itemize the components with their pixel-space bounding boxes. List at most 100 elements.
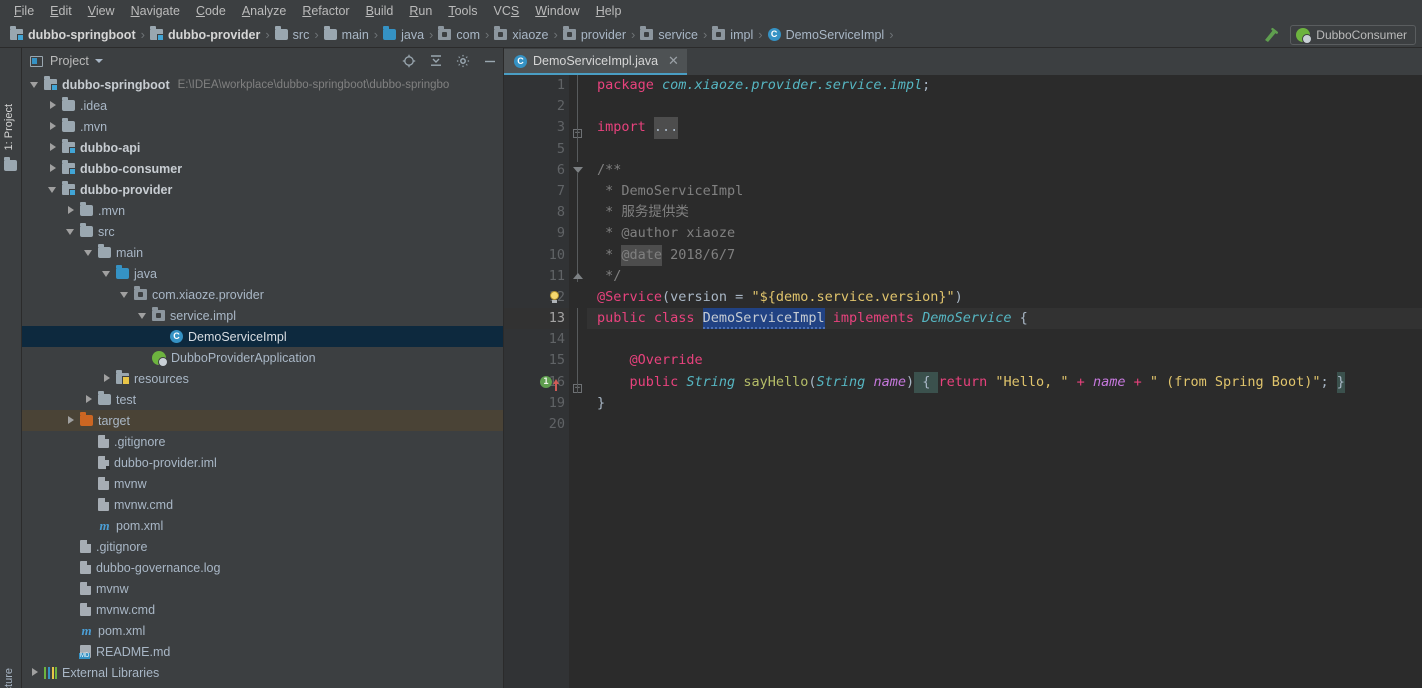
menu-item-tools[interactable]: Tools <box>440 2 485 20</box>
gear-icon[interactable] <box>456 54 470 68</box>
editor-fold-gutter[interactable]: ++ <box>569 75 587 688</box>
fold-collapse-javadoc-icon[interactable] <box>573 167 583 173</box>
gutter-line-9[interactable]: 9 <box>504 223 569 244</box>
menu-item-refactor[interactable]: Refactor <box>294 2 357 20</box>
tree-node-mvnw[interactable]: mvnw <box>22 578 503 599</box>
gutter-line-16[interactable]: 16 <box>504 372 569 393</box>
lightbulb-icon[interactable] <box>548 291 561 304</box>
tree-node-target[interactable]: target <box>22 410 503 431</box>
code-line-9[interactable]: * @author xiaoze <box>587 223 1422 244</box>
breadcrumb-item-service[interactable]: service <box>638 28 700 42</box>
collapse-all-icon[interactable] <box>429 54 443 68</box>
chevron-down-icon[interactable] <box>120 289 131 300</box>
code-line-5[interactable] <box>587 139 1422 160</box>
code-line-2[interactable] <box>587 96 1422 117</box>
code-line-11[interactable]: */ <box>587 266 1422 287</box>
breadcrumb-item-demoserviceimpl[interactable]: CDemoServiceImpl <box>766 28 887 42</box>
tree-node--idea[interactable]: .idea <box>22 95 503 116</box>
code-line-10[interactable]: * @date 2018/6/7 <box>587 245 1422 266</box>
menu-item-vcs[interactable]: VCS <box>486 2 528 20</box>
tree-node-resources[interactable]: resources <box>22 368 503 389</box>
editor-code-text[interactable]: package com.xiaoze.provider.service.impl… <box>587 75 1422 688</box>
gutter-line-1[interactable]: 1 <box>504 75 569 96</box>
gutter-line-3[interactable]: 3 <box>504 117 569 138</box>
code-line-6[interactable]: /** <box>587 160 1422 181</box>
chevron-down-icon[interactable] <box>30 79 41 90</box>
tree-node-demoserviceimpl[interactable]: CDemoServiceImpl <box>22 326 503 347</box>
fold-region-end-icon[interactable] <box>573 273 583 279</box>
hide-icon[interactable] <box>483 54 497 68</box>
editor-gutter[interactable]: 123567891011121314151619201 <box>504 75 569 688</box>
tree-node-pom-xml[interactable]: mpom.xml <box>22 515 503 536</box>
tree-node-mvnw[interactable]: mvnw <box>22 473 503 494</box>
menu-item-run[interactable]: Run <box>401 2 440 20</box>
close-icon[interactable]: ✕ <box>668 53 679 69</box>
tree-node-main[interactable]: main <box>22 242 503 263</box>
tree-node-dubboproviderapplication[interactable]: DubboProviderApplication <box>22 347 503 368</box>
menu-item-analyze[interactable]: Analyze <box>234 2 294 20</box>
chevron-right-icon[interactable] <box>102 373 113 384</box>
breadcrumb-item-impl[interactable]: impl <box>710 28 755 42</box>
gutter-line-6[interactable]: 6 <box>504 160 569 181</box>
chevron-right-icon[interactable] <box>30 667 41 678</box>
menu-item-window[interactable]: Window <box>527 2 587 20</box>
code-line-20[interactable] <box>587 414 1422 435</box>
tree-node--gitignore[interactable]: .gitignore <box>22 431 503 452</box>
gutter-line-8[interactable]: 8 <box>504 202 569 223</box>
menu-item-edit[interactable]: Edit <box>42 2 80 20</box>
tree-node-mvnw-cmd[interactable]: mvnw.cmd <box>22 494 503 515</box>
locate-target-icon[interactable] <box>402 54 416 68</box>
gutter-line-20[interactable]: 20 <box>504 414 569 435</box>
tree-node-test[interactable]: test <box>22 389 503 410</box>
breadcrumb-item-dubbo-springboot[interactable]: dubbo-springboot <box>8 28 138 42</box>
menu-item-build[interactable]: Build <box>358 2 402 20</box>
tree-node-dubbo-provider-iml[interactable]: dubbo-provider.iml <box>22 452 503 473</box>
breadcrumb-item-java[interactable]: java <box>381 28 426 42</box>
gutter-line-15[interactable]: 15 <box>504 350 569 371</box>
chevron-down-icon[interactable] <box>102 268 113 279</box>
run-configuration-selector[interactable]: DubboConsumer <box>1290 25 1416 45</box>
chevron-right-icon[interactable] <box>48 163 59 174</box>
gutter-line-5[interactable]: 5 <box>504 139 569 160</box>
gutter-line-2[interactable]: 2 <box>504 96 569 117</box>
gutter-line-7[interactable]: 7 <box>504 181 569 202</box>
tree-node-readme-md[interactable]: README.md <box>22 641 503 662</box>
chevron-right-icon[interactable] <box>48 142 59 153</box>
tree-node-com-xiaoze-provider[interactable]: com.xiaoze.provider <box>22 284 503 305</box>
tree-node-dubbo-consumer[interactable]: dubbo-consumer <box>22 158 503 179</box>
breadcrumb-item-xiaoze[interactable]: xiaoze <box>492 28 550 42</box>
menu-item-help[interactable]: Help <box>588 2 630 20</box>
tree-node--gitignore[interactable]: .gitignore <box>22 536 503 557</box>
tree-node-dubbo-api[interactable]: dubbo-api <box>22 137 503 158</box>
tree-node-dubbo-provider[interactable]: dubbo-provider <box>22 179 503 200</box>
breadcrumb-item-provider[interactable]: provider <box>561 28 628 42</box>
chevron-right-icon[interactable] <box>48 121 59 132</box>
project-tree[interactable]: dubbo-springbootE:\IDEA\workplace\dubbo-… <box>22 74 503 688</box>
editor-tab-demoserviceimpl[interactable]: C DemoServiceImpl.java ✕ <box>504 49 687 75</box>
gutter-line-13[interactable]: 13 <box>504 308 569 329</box>
chevron-right-icon[interactable] <box>66 415 77 426</box>
chevron-right-icon[interactable] <box>84 394 95 405</box>
chevron-down-icon[interactable] <box>138 310 149 321</box>
implementing-method-icon[interactable]: 1 <box>540 376 559 388</box>
menu-item-view[interactable]: View <box>80 2 123 20</box>
code-line-13[interactable]: public class DemoServiceImpl implements … <box>587 308 1422 329</box>
code-line-7[interactable]: * DemoServiceImpl <box>587 181 1422 202</box>
breadcrumb-item-dubbo-provider[interactable]: dubbo-provider <box>148 28 262 42</box>
code-line-8[interactable]: * 服务提供类 <box>587 202 1422 223</box>
code-line-15[interactable]: @Override <box>587 350 1422 371</box>
tree-node-src[interactable]: src <box>22 221 503 242</box>
tree-node--mvn[interactable]: .mvn <box>22 116 503 137</box>
tree-node--mvn[interactable]: .mvn <box>22 200 503 221</box>
tree-node-dubbo-springboot[interactable]: dubbo-springbootE:\IDEA\workplace\dubbo-… <box>22 74 503 95</box>
breadcrumb-item-src[interactable]: src <box>273 28 312 42</box>
chevron-down-icon[interactable] <box>95 59 103 63</box>
tree-node-service-impl[interactable]: service.impl <box>22 305 503 326</box>
code-line-12[interactable]: @Service(version = "${demo.service.versi… <box>587 287 1422 308</box>
breadcrumb-item-com[interactable]: com <box>436 28 482 42</box>
menu-item-code[interactable]: Code <box>188 2 234 20</box>
code-line-3[interactable]: import ... <box>587 117 1422 138</box>
tree-node-java[interactable]: java <box>22 263 503 284</box>
tree-node-external-libraries[interactable]: External Libraries <box>22 662 503 683</box>
chevron-down-icon[interactable] <box>48 184 59 195</box>
